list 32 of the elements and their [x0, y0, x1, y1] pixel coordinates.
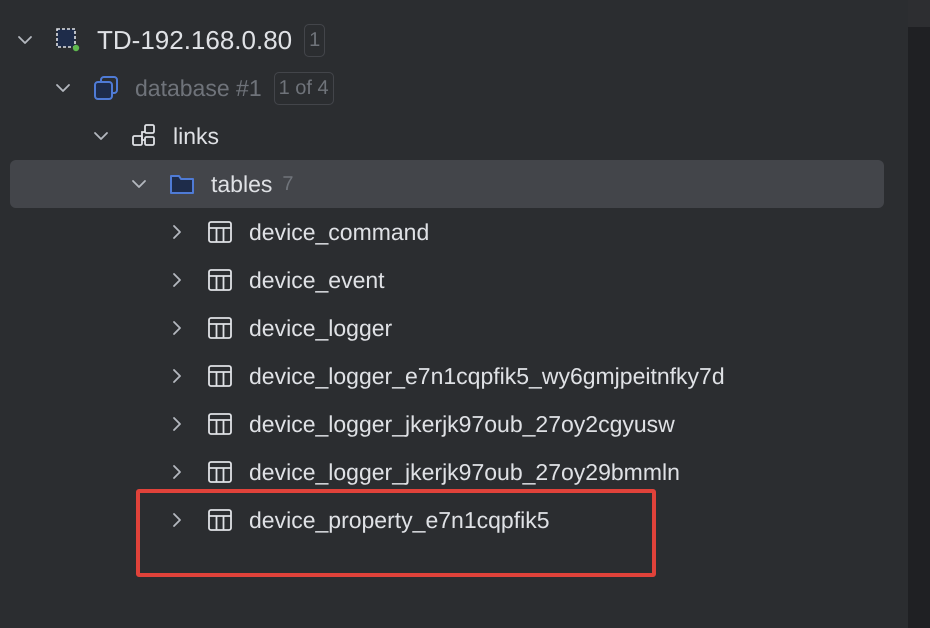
tree-row[interactable]: device_logger_jkerjk97oub_27oy2cgyusw — [10, 400, 884, 448]
node-label: device_logger_jkerjk97oub_27oy2cgyusw — [249, 410, 675, 438]
schema-icon — [131, 123, 157, 149]
table-icon — [207, 219, 233, 245]
tree-row[interactable]: device_property_e7n1cqpfik5 — [10, 496, 884, 544]
table-icon — [207, 411, 233, 437]
table-icon — [207, 363, 233, 389]
tree-row[interactable]: device_event — [10, 256, 884, 304]
node-label: TD-192.168.0.80 — [97, 24, 292, 56]
tree-row[interactable]: device_logger_jkerjk97oub_27oy29bmmln — [10, 448, 884, 496]
tree-row[interactable]: TD-192.168.0.80 1 — [10, 16, 884, 64]
node-label: device_command — [249, 218, 430, 246]
tree-row[interactable]: links — [10, 112, 884, 160]
table-icon — [207, 315, 233, 341]
tree-row[interactable]: device_logger_e7n1cqpfik5_wy6gmjpeitnfky7d — [10, 352, 884, 400]
table-icon — [207, 459, 233, 485]
node-label: device_event — [249, 266, 385, 294]
tree-row[interactable]: device_command — [10, 208, 884, 256]
node-label: database #1 — [135, 74, 262, 102]
database-icon — [93, 75, 119, 101]
node-label: device_property_e7n1cqpfik5 — [249, 506, 550, 534]
table-icon — [207, 267, 233, 293]
server-icon — [55, 27, 81, 53]
table-icon — [207, 507, 233, 533]
node-label: device_logger_e7n1cqpfik5_wy6gmjpeitnfky7d — [249, 362, 725, 390]
node-label: tables — [211, 170, 272, 198]
count-badge: 1 — [304, 24, 326, 56]
node-label: device_logger — [249, 314, 392, 342]
node-label: links — [173, 122, 220, 150]
node-label: device_logger_jkerjk97oub_27oy29bmmln — [249, 458, 680, 486]
tree-row[interactable]: device_logger — [10, 304, 884, 352]
count-badge: 1 of 4 — [274, 72, 334, 104]
